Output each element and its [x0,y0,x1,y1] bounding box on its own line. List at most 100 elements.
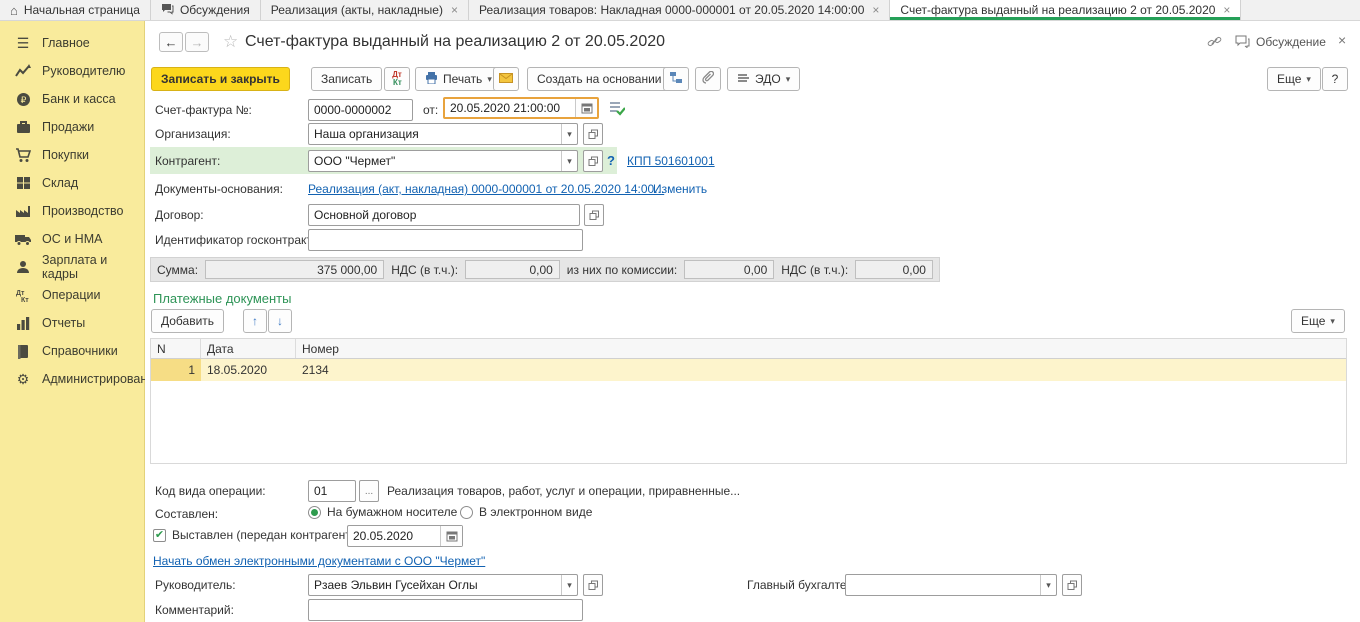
organization-open-button[interactable] [583,123,603,145]
save-close-button[interactable]: Записать и закрыть [151,67,290,91]
tab-home[interactable]: ⌂ Начальная страница [0,0,151,20]
vat-value: 0,00 [465,260,560,279]
save-button[interactable]: Записать [311,67,382,91]
home-icon: ⌂ [10,4,18,17]
attachments-button[interactable] [695,67,721,91]
radio-icon [460,506,473,519]
tab-realization-list[interactable]: Реализация (акты, накладные) × [261,0,469,20]
sidebar-item-payroll-hr[interactable]: Зарплата и кадры [0,253,144,281]
sidebar-item-production[interactable]: Производство [0,197,144,225]
print-button[interactable]: Печать▾ [415,67,502,91]
close-icon[interactable]: × [1223,3,1230,17]
invoice-number-field[interactable] [308,99,413,121]
create-based-on-button[interactable]: Создать на основании▾ [527,67,681,91]
chevron-down-icon[interactable]: ▾ [561,151,577,171]
forward-button[interactable]: → [185,32,209,52]
invoice-date-field[interactable] [443,97,599,119]
column-header-number[interactable]: Номер [296,339,1346,358]
sidebar-item-reports[interactable]: Отчеты [0,309,144,337]
column-header-date[interactable]: Дата [201,339,296,358]
op-code-select-button[interactable]: ... [359,480,379,502]
tab-label: Реализация (акты, накладные) [271,3,443,17]
bar-chart-icon [14,315,32,331]
table-more-button[interactable]: Еще▾ [1291,309,1345,333]
tab-discussions[interactable]: Обсуждения [151,0,261,20]
radio-electronic[interactable]: В электронном виде [460,505,592,519]
chevron-down-icon[interactable]: ▾ [561,575,577,595]
counterparty-check-icon[interactable]: ? [607,153,615,168]
more-button[interactable]: Еще▾ [1267,67,1321,91]
composed-label: Составлен: [155,507,218,521]
start-edo-link[interactable]: Начать обмен электронными документами с … [153,554,485,568]
sidebar-item-directories[interactable]: Справочники [0,337,144,365]
counterparty-field[interactable]: ▾ [308,150,578,172]
calendar-icon[interactable] [575,99,597,117]
close-icon[interactable]: × [872,3,879,17]
tab-label: Реализация товаров: Накладная 0000-00000… [479,3,864,17]
contract-open-button[interactable] [584,204,604,226]
sidebar-item-sales[interactable]: Продажи [0,113,144,141]
contract-label: Договор: [155,208,204,222]
cell-number: 2134 [296,359,1346,381]
move-down-button[interactable]: ↓ [268,309,292,333]
kpp-link[interactable]: КПП 501601001 [627,154,715,168]
gov-contract-field[interactable] [308,229,583,251]
manager-open-button[interactable] [583,574,603,596]
add-row-button[interactable]: Добавить [151,309,224,333]
issued-checkbox[interactable]: ✔ Выставлен (передан контрагенту): [153,528,364,542]
sidebar-item-warehouse[interactable]: Склад [0,169,144,197]
tab-invoice[interactable]: Счет-фактура выданный на реализацию 2 от… [890,0,1241,20]
discussion-label[interactable]: Обсуждение [1256,35,1326,49]
counterparty-open-button[interactable] [583,150,603,172]
factory-icon [14,203,32,219]
checkbox-check-icon: ✔ [153,529,166,542]
manager-field[interactable]: ▾ [308,574,578,596]
base-documents-label: Документы-основания: [155,182,283,196]
op-code-field[interactable] [308,480,356,502]
boxes-icon [14,175,32,191]
sidebar-item-purchases[interactable]: Покупки [0,141,144,169]
chevron-down-icon[interactable]: ▾ [1040,575,1056,595]
sidebar-item-manager[interactable]: Руководителю [0,57,144,85]
cart-icon [14,147,32,163]
help-button[interactable]: ? [1322,67,1348,91]
table-row[interactable]: 1 18.05.2020 2134 [151,359,1346,381]
sidebar-item-bank-cash[interactable]: ₽ Банк и касса [0,85,144,113]
sidebar-item-main[interactable]: ☰ Главное [0,29,144,57]
sidebar-item-operations[interactable]: ДтКт Операции [0,281,144,309]
menu-icon: ☰ [14,35,32,51]
chat-icon [161,3,174,17]
issued-date-field[interactable] [347,525,463,547]
organization-field[interactable]: ▾ [308,123,578,145]
move-up-button[interactable]: ↑ [243,309,267,333]
send-email-button[interactable] [493,67,519,91]
op-code-label: Код вида операции: [155,484,266,498]
postings-dtkt-button[interactable]: ДтКт [384,67,410,91]
counterparty-label: Контрагент: [155,154,220,168]
contract-field[interactable] [308,204,580,226]
related-documents-button[interactable] [663,67,689,91]
edo-button[interactable]: ЭДО▾ [727,67,800,91]
column-header-n[interactable]: N [151,339,201,358]
commission-label: из них по комиссии: [567,263,677,277]
sidebar-item-fixed-assets[interactable]: ОС и НМА [0,225,144,253]
comment-field[interactable] [308,599,583,621]
link-icon[interactable] [1207,35,1222,52]
chief-accountant-field[interactable]: ▾ [845,574,1057,596]
structure-icon [669,71,683,87]
sidebar-item-administration[interactable]: ⚙ Администрирование [0,365,144,393]
back-button[interactable]: ← [159,32,183,52]
tab-realization-doc[interactable]: Реализация товаров: Накладная 0000-00000… [469,0,890,20]
chief-accountant-open-button[interactable] [1062,574,1082,596]
discussion-icon[interactable] [1235,35,1250,51]
chevron-down-icon[interactable]: ▾ [561,124,577,144]
radio-paper[interactable]: На бумажном носителе [308,505,457,519]
close-icon[interactable]: × [451,3,458,17]
sidebar: ☰ Главное Руководителю ₽ Банк и касса Пр… [0,21,145,622]
cell-n: 1 [151,359,201,381]
change-link[interactable]: Изменить [653,182,707,196]
calendar-icon[interactable] [440,526,462,546]
favorite-star-icon[interactable]: ☆ [223,32,238,52]
base-document-link[interactable]: Реализация (акт, накладная) 0000-000001 … [308,182,664,196]
close-form-icon[interactable]: × [1338,32,1346,48]
